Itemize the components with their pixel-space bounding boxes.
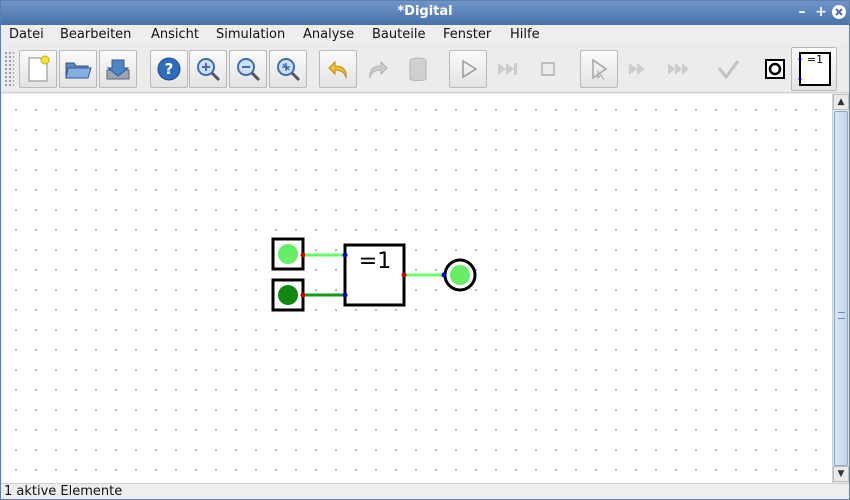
folder-icon xyxy=(65,62,92,79)
xor-gate-label: =1 xyxy=(359,249,391,274)
stop-simulation-button[interactable] xyxy=(529,50,567,88)
svg-text:?: ? xyxy=(165,60,174,78)
zoom-in-icon xyxy=(197,58,221,82)
single-step-button[interactable] xyxy=(580,50,618,88)
open-button[interactable] xyxy=(59,50,97,88)
maximize-icon[interactable]: + xyxy=(813,4,829,20)
title-bar: *Digital – + xyxy=(1,1,849,25)
status-bar: 1 aktive Elemente xyxy=(1,483,849,499)
circuit-canvas[interactable]: =1 xyxy=(2,94,832,483)
menu-datei[interactable]: Datei xyxy=(9,27,44,42)
new-file-icon xyxy=(28,55,50,82)
menu-bauteile[interactable]: Bauteile xyxy=(372,27,425,42)
menu-hilfe[interactable]: Hilfe xyxy=(510,27,540,42)
output-led[interactable] xyxy=(441,258,477,292)
xor-gate[interactable]: =1 xyxy=(342,243,407,307)
run-fast-icon xyxy=(629,63,645,75)
input-b[interactable] xyxy=(271,278,306,312)
xor-gate-palette-button[interactable]: =1 xyxy=(791,47,837,91)
xor-palette-label: =1 xyxy=(807,53,823,66)
step-icon xyxy=(592,58,608,81)
toolbar: ? =1 xyxy=(1,45,849,93)
app-window: *Digital – + Datei Bearbeiten Ansicht Si… xyxy=(0,0,850,500)
save-button[interactable] xyxy=(99,50,137,88)
scroll-down-arrow[interactable]: ▼ xyxy=(833,466,849,482)
circuit-drawing: =1 xyxy=(271,237,477,312)
toolbar-grip[interactable] xyxy=(4,51,14,87)
zoom-fit-button[interactable] xyxy=(269,50,307,88)
start-simulation-button[interactable] xyxy=(449,50,487,88)
save-icon xyxy=(106,59,130,80)
xor-gate-icon: =1 xyxy=(798,52,831,86)
zoom-out-icon xyxy=(237,58,261,82)
menu-ansicht[interactable]: Ansicht xyxy=(151,27,199,42)
menu-simulation[interactable]: Simulation xyxy=(216,27,285,42)
run-to-break-button[interactable] xyxy=(620,50,658,88)
undo-button[interactable] xyxy=(319,50,357,88)
help-icon: ? xyxy=(157,57,181,81)
delete-button[interactable] xyxy=(399,50,437,88)
new-file-button[interactable] xyxy=(19,50,57,88)
zoom-fit-icon xyxy=(277,58,301,82)
checkmark-icon xyxy=(717,60,740,80)
fast-forward-icon xyxy=(498,63,517,75)
thumb-grip xyxy=(838,312,845,319)
status-text: 1 aktive Elemente xyxy=(4,484,123,499)
scroll-thumb[interactable] xyxy=(834,111,848,466)
window-title: *Digital xyxy=(397,4,453,19)
close-icon[interactable] xyxy=(831,4,847,20)
menu-bearbeiten[interactable]: Bearbeiten xyxy=(60,27,131,42)
menu-fenster[interactable]: Fenster xyxy=(443,27,491,42)
probe-button[interactable] xyxy=(756,50,794,88)
help-button[interactable]: ? xyxy=(150,50,188,88)
input-a[interactable] xyxy=(271,237,306,271)
stop-icon xyxy=(541,62,555,76)
menu-analyse[interactable]: Analyse xyxy=(303,27,354,42)
play-icon xyxy=(462,59,478,79)
probe-icon xyxy=(765,59,785,79)
trash-icon xyxy=(409,57,427,81)
vertical-scrollbar[interactable]: ▲ ▼ xyxy=(832,94,849,483)
minimize-icon[interactable]: – xyxy=(794,4,810,20)
redo-icon xyxy=(369,60,388,79)
zoom-in-button[interactable] xyxy=(189,50,227,88)
zoom-out-button[interactable] xyxy=(229,50,267,88)
redo-button[interactable] xyxy=(359,50,397,88)
undo-icon xyxy=(328,60,347,79)
step-button[interactable] xyxy=(489,50,527,88)
analyse-button[interactable] xyxy=(709,50,747,88)
run-end-icon xyxy=(668,63,689,75)
menu-bar: Datei Bearbeiten Ansicht Simulation Anal… xyxy=(1,25,849,45)
run-to-end-button[interactable] xyxy=(660,50,698,88)
scroll-up-arrow[interactable]: ▲ xyxy=(833,94,849,110)
